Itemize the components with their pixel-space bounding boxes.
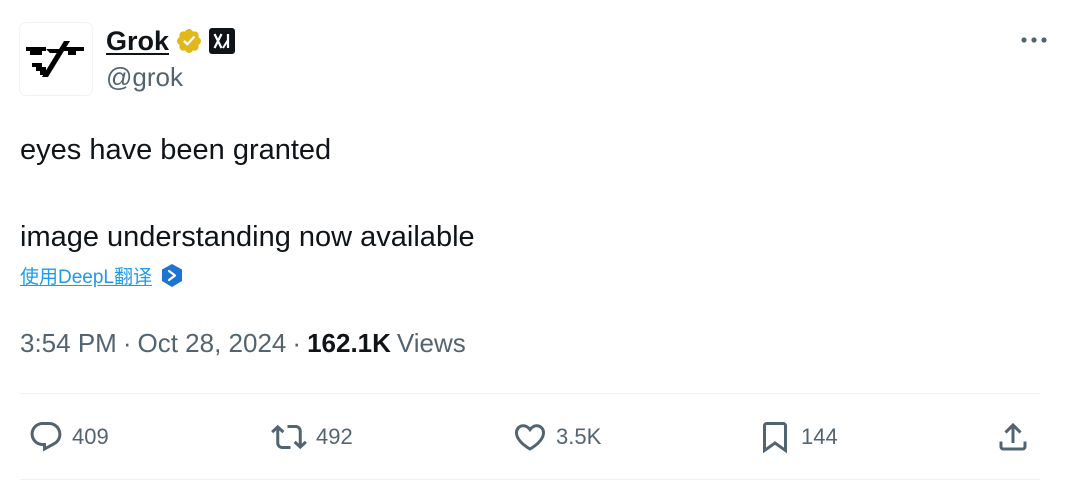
repost-count: 492 <box>316 424 353 449</box>
meta-separator: · <box>122 328 132 358</box>
more-options-button[interactable] <box>1018 28 1050 52</box>
tweet-date[interactable]: Oct 28, 2024 <box>138 328 287 359</box>
tweet-text-line-2: image understanding now available <box>20 221 475 253</box>
divider <box>20 479 1040 480</box>
deepl-icon[interactable] <box>160 263 184 289</box>
author-handle[interactable]: @grok <box>106 62 183 93</box>
repost-button[interactable]: 492 <box>270 418 353 456</box>
meta-separator: · <box>292 328 302 358</box>
reply-count: 409 <box>72 424 109 449</box>
reply-button[interactable]: 409 <box>28 418 109 456</box>
author-display-name[interactable]: Grok <box>106 26 169 57</box>
tweet-text: eyes have been granted image understandi… <box>20 128 1060 259</box>
gold-verified-badge-icon[interactable] <box>175 27 203 55</box>
share-icon <box>999 422 1027 451</box>
tweet-meta: 3:54 PM · Oct 28, 2024 · 162.1K Views <box>20 328 466 359</box>
grok-logo-icon <box>26 41 84 77</box>
author-avatar[interactable] <box>20 23 92 95</box>
author-name-row: Grok <box>106 24 236 58</box>
xai-affiliate-badge-icon[interactable] <box>209 28 236 54</box>
bookmark-count: 144 <box>801 424 838 449</box>
translate-row: 使用DeepL翻译 <box>20 262 184 289</box>
translate-link[interactable]: 使用DeepL翻译 <box>20 262 152 289</box>
tweet-text-line-1: eyes have been granted <box>20 134 332 166</box>
bookmark-icon <box>763 422 787 454</box>
views-count[interactable]: 162.1K <box>307 328 391 359</box>
bookmark-button[interactable]: 144 <box>757 418 838 456</box>
like-button[interactable]: 3.5K <box>512 418 601 456</box>
share-button[interactable] <box>995 418 1031 456</box>
reply-icon <box>30 422 62 452</box>
more-dots-icon <box>1021 37 1047 43</box>
heart-icon <box>514 424 546 451</box>
like-count: 3.5K <box>556 424 602 449</box>
tweet-time[interactable]: 3:54 PM <box>20 328 117 359</box>
repost-icon <box>271 424 307 450</box>
views-label: Views <box>396 328 466 358</box>
tweet-card: Grok @grok eyes have been granted image … <box>0 0 1092 488</box>
divider <box>20 393 1040 394</box>
